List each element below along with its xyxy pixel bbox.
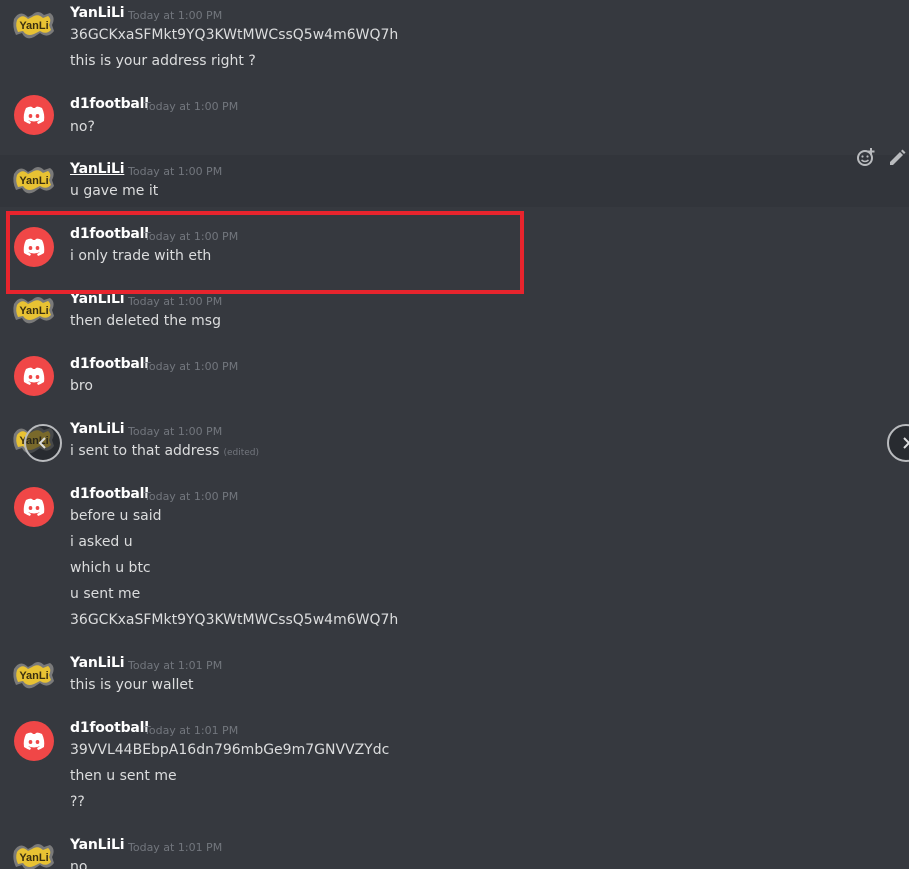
chevron-left-icon — [38, 437, 46, 449]
message-timestamp: Today at 1:01 PM — [128, 659, 223, 672]
message-author[interactable]: d1football — [70, 720, 149, 736]
svg-text:YanLi: YanLi — [19, 305, 48, 317]
chat-messages-pane: YanLi YanLiLi Today at 1:00 PM 36GCKxaSF… — [0, 0, 909, 869]
svg-text:YanLi: YanLi — [19, 20, 48, 32]
message-timestamp: Today at 1:00 PM — [144, 100, 239, 113]
message-text: then deleted the msg — [70, 313, 221, 329]
message-hover-actions — [850, 140, 909, 172]
yanlili-logo-icon: YanLi — [13, 297, 55, 324]
discord-logo-icon — [23, 732, 45, 750]
message-text: 36GCKxaSFMkt9YQ3KWtMWCssQ5w4m6WQ7h — [70, 612, 399, 628]
message-text: then u sent me — [70, 768, 177, 784]
message-timestamp: Today at 1:00 PM — [128, 295, 223, 308]
message-timestamp: Today at 1:00 PM — [128, 9, 223, 22]
svg-text:YanLi: YanLi — [19, 670, 48, 682]
yanlili-logo-icon: YanLi — [13, 12, 55, 39]
message-author[interactable]: d1football — [70, 486, 149, 502]
add-reaction-icon[interactable] — [856, 147, 876, 167]
message-author[interactable]: YanLiLi — [70, 5, 125, 21]
message-group-hovered: YanLi YanLiLi Today at 1:00 PM u gave me… — [0, 155, 909, 207]
avatar[interactable]: YanLi — [12, 290, 56, 330]
message-text: no? — [70, 119, 95, 135]
message-timestamp: Today at 1:01 PM — [128, 841, 223, 854]
message-group: YanLi YanLiLi Today at 1:00 PM then dele… — [0, 288, 909, 348]
chevron-right-icon — [903, 437, 909, 449]
message-text: 39VVL44BEbpA16dn796mbGe9m7GNVVZYdc — [70, 742, 390, 758]
message-timestamp: Today at 1:01 PM — [144, 724, 239, 737]
message-text: 36GCKxaSFMkt9YQ3KWtMWCssQ5w4m6WQ7h — [70, 27, 399, 43]
message-text: i sent to that address (edited) — [70, 443, 259, 459]
message-text: ?? — [70, 794, 85, 810]
message-group: YanLi YanLiLi Today at 1:01 PM this is y… — [0, 650, 909, 715]
message-timestamp: Today at 1:00 PM — [144, 360, 239, 373]
message-timestamp: Today at 1:00 PM — [128, 165, 223, 178]
edit-pencil-icon[interactable] — [887, 147, 907, 167]
message-group: d1football Today at 1:00 PM before u sai… — [0, 480, 909, 640]
edited-label: (edited) — [223, 448, 260, 458]
message-author[interactable]: YanLiLi — [70, 837, 125, 853]
message-timestamp: Today at 1:00 PM — [128, 425, 223, 438]
message-author[interactable]: YanLiLi — [70, 421, 125, 437]
svg-text:YanLi: YanLi — [19, 175, 48, 187]
avatar[interactable]: YanLi — [12, 160, 56, 200]
avatar[interactable] — [14, 356, 54, 396]
message-group: d1football Today at 1:01 PM 39VVL44BEbpA… — [0, 715, 909, 830]
message-text: u sent me — [70, 586, 141, 602]
yanlili-logo-icon: YanLi — [13, 844, 54, 869]
message-text: u gave me it — [70, 183, 159, 199]
message-author[interactable]: YanLiLi — [70, 655, 125, 671]
svg-text:YanLi: YanLi — [19, 852, 48, 864]
avatar[interactable]: YanLi — [12, 655, 56, 695]
avatar[interactable]: YanLi — [12, 5, 56, 45]
message-group: d1football Today at 1:00 PM no? — [0, 85, 909, 155]
message-group: YanLi YanLiLi Today at 1:01 PM no — [0, 832, 909, 869]
message-text: before u said — [70, 508, 162, 524]
discord-logo-icon — [23, 367, 45, 385]
previous-button[interactable] — [24, 424, 62, 462]
avatar[interactable] — [14, 95, 54, 135]
message-author[interactable]: d1football — [70, 96, 149, 112]
message-timestamp: Today at 1:00 PM — [144, 490, 239, 503]
discord-logo-icon — [23, 498, 45, 516]
message-text: i asked u — [70, 534, 133, 550]
message-author[interactable]: d1football — [70, 356, 149, 372]
yanlili-logo-icon: YanLi — [13, 662, 55, 689]
avatar[interactable] — [14, 487, 54, 527]
message-text: bro — [70, 378, 93, 394]
highlight-annotation-box — [6, 211, 524, 294]
message-text: which u btc — [70, 560, 151, 576]
message-text: this is your wallet — [70, 677, 194, 693]
message-group: YanLi YanLiLi Today at 1:00 PM 36GCKxaSF… — [0, 0, 909, 85]
message-group: d1football Today at 1:00 PM bro — [0, 350, 909, 415]
yanlili-logo-icon: YanLi — [13, 167, 55, 194]
message-text: this is your address right ? — [70, 53, 256, 69]
message-text-content: i sent to that address — [70, 443, 220, 459]
avatar[interactable] — [14, 721, 54, 761]
avatar[interactable]: YanLi — [12, 837, 56, 869]
message-group: YanLi YanLiLi Today at 1:00 PM i sent to… — [0, 415, 909, 480]
discord-logo-icon — [23, 106, 45, 124]
message-author[interactable]: YanLiLi — [70, 161, 125, 177]
message-text: no — [70, 859, 88, 869]
